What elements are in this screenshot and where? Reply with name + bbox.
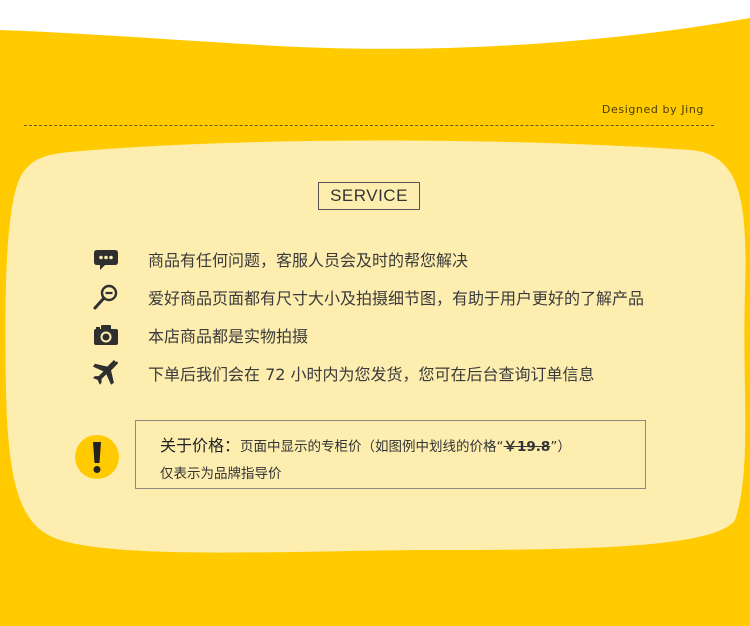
- airplane-icon: [92, 359, 120, 387]
- camera-icon: [92, 321, 120, 349]
- service-item-photos: 本店商品都是实物拍摄: [92, 321, 308, 349]
- price-notice-box: 关于价格：页面中显示的专柜价（如图例中划线的价格“￥19.8”） 仅表示为品牌指…: [135, 420, 646, 489]
- service-text: 爱好商品页面都有尺寸大小及拍摄细节图，有助于用户更好的了解产品: [148, 289, 645, 308]
- price-notice-label: 关于价格：: [160, 436, 241, 455]
- magnifier-icon: [92, 283, 120, 311]
- service-text: 下单后我们会在 72 小时内为您发货，您可在后台查询订单信息: [148, 365, 595, 384]
- service-item-details: 爱好商品页面都有尺寸大小及拍摄细节图，有助于用户更好的了解产品: [92, 283, 644, 311]
- top-white-wave: [0, 0, 750, 49]
- service-text: 商品有任何问题，客服人员会及时的帮您解决: [148, 251, 469, 270]
- price-notice-line1: 关于价格：页面中显示的专柜价（如图例中划线的价格“￥19.8”）: [160, 432, 571, 456]
- chat-bubble-icon: [92, 245, 120, 273]
- service-title: SERVICE: [318, 182, 420, 210]
- dashed-divider: [24, 125, 714, 126]
- price-notice-text-end: ”）: [550, 439, 571, 455]
- price-notice-text: 页面中显示的专柜价（如图例中划线的价格“: [240, 439, 504, 455]
- service-text: 本店商品都是实物拍摄: [148, 327, 309, 346]
- exclamation-icon: [75, 435, 119, 479]
- price-notice-line2: 仅表示为品牌指导价: [160, 466, 282, 482]
- designer-credit: Designed by Jing: [601, 103, 704, 116]
- service-item-support: 商品有任何问题，客服人员会及时的帮您解决: [92, 245, 468, 273]
- service-item-shipping: 下单后我们会在 72 小时内为您发货，您可在后台查询订单信息: [92, 359, 595, 387]
- example-strikethrough-price: ￥19.8: [503, 439, 551, 455]
